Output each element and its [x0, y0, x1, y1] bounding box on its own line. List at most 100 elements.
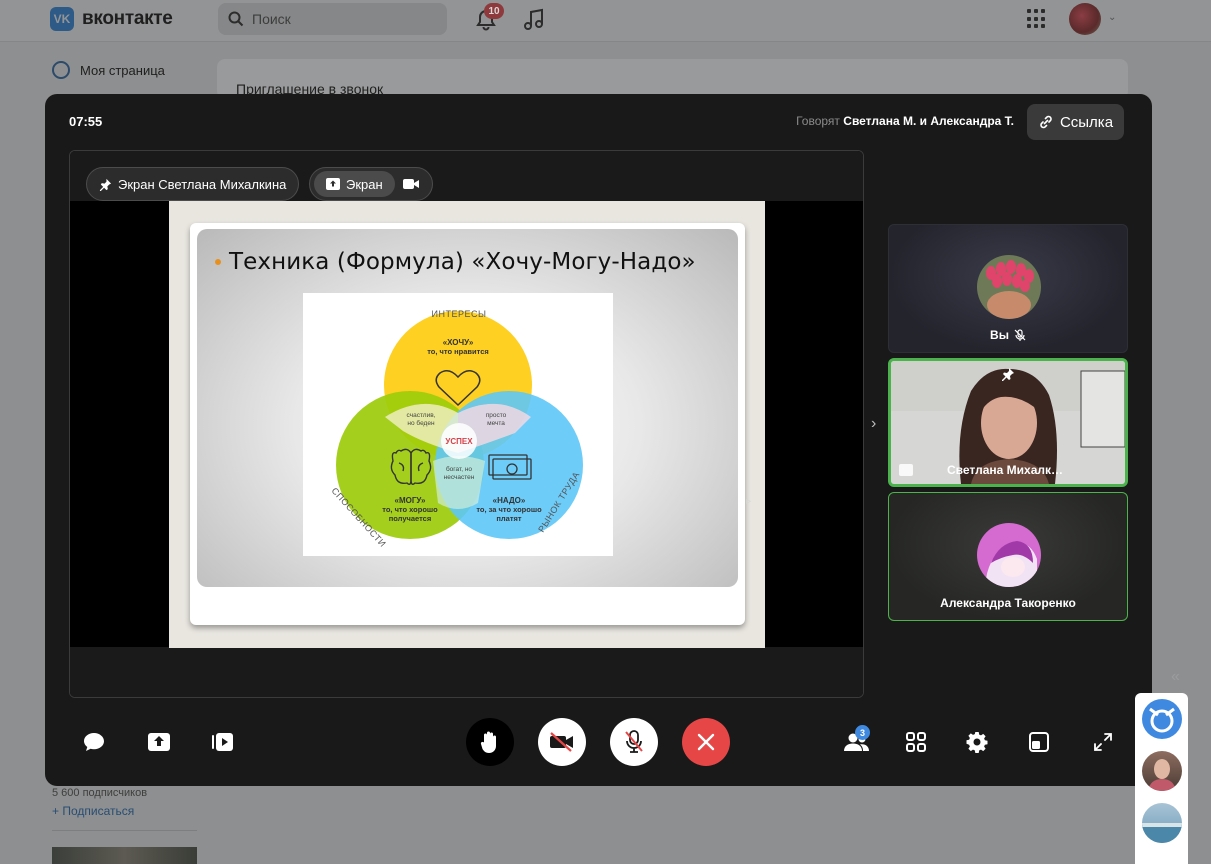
rich-unhappy-2: несчастен — [444, 474, 475, 481]
subscribe-link[interactable]: + Подписаться — [52, 804, 134, 818]
pinned-screen-chip[interactable]: Экран Светлана Михалкина — [86, 167, 300, 201]
microphone-toggle-button[interactable] — [610, 718, 658, 766]
grid-layout-button[interactable] — [904, 718, 928, 766]
grid-icon — [906, 732, 926, 752]
participants-count-badge: 3 — [855, 725, 870, 740]
chevron-right-icon[interactable]: › — [871, 415, 876, 433]
broadcast-button[interactable] — [210, 718, 236, 766]
collapse-panel-icon[interactable]: « — [1171, 668, 1180, 686]
source-screen-label: Экран — [346, 176, 383, 192]
subscribers-count: 5 600 подписчиков — [52, 787, 148, 799]
chat-heads-panel — [1135, 693, 1188, 864]
participant-tile-svetlana[interactable]: Светлана Михалк… — [888, 358, 1128, 487]
bullet-icon — [215, 259, 221, 265]
overlap-can-need — [433, 456, 485, 509]
copy-link-button[interactable]: Ссылка — [1027, 104, 1124, 140]
participant-tile-alexandra[interactable]: Александра Такоренко — [888, 492, 1128, 621]
sidebar-item-my-page[interactable]: Моя страница — [52, 61, 165, 79]
need-sub-1: то, за что хорошо — [476, 505, 542, 514]
shared-screen: Техника (Формула) «Хочу-Могу-Надо» ИНТЕР… — [169, 201, 765, 648]
happy-poor-1: счастлив, — [407, 412, 436, 419]
profile-avatar[interactable] — [1069, 3, 1101, 35]
vk-header: VK вконтакте 10 ⌄ — [0, 0, 1211, 42]
end-call-button[interactable] — [682, 718, 730, 766]
rich-unhappy-1: богат, но — [446, 465, 472, 473]
can-title: «МОГУ» — [395, 496, 427, 505]
participant-name-label: Александра Такоренко — [940, 596, 1076, 610]
participant-name-you: Вы — [889, 328, 1127, 342]
stage-bottom-bar — [70, 647, 863, 697]
side-avatar-3[interactable] — [1142, 803, 1182, 843]
vk-logo-icon: VK — [50, 7, 74, 31]
can-sub-1: то, что хорошо — [382, 505, 438, 514]
screen-share-stage[interactable]: Техника (Формула) «Хочу-Могу-Надо» ИНТЕР… — [69, 150, 864, 698]
camera-off-icon — [550, 732, 573, 752]
settings-button[interactable] — [965, 718, 989, 766]
broadcast-icon — [212, 733, 233, 751]
label-interests: ИНТЕРЕСЫ — [432, 309, 487, 319]
avatar-alexandra — [977, 523, 1041, 587]
vk-logo-text: вконтакте — [82, 8, 173, 29]
close-icon — [697, 733, 715, 751]
speaking-prefix: Говорят — [796, 114, 840, 128]
side-avatar-2[interactable] — [1142, 751, 1182, 791]
mouse-cursor-icon: ▹ — [746, 496, 752, 507]
want-sub: то, что нравится — [427, 347, 489, 356]
hand-icon — [480, 731, 496, 753]
participant-name-label: Светлана Михалк… — [947, 463, 1064, 477]
source-camera-option[interactable] — [402, 178, 419, 190]
mic-off-icon — [625, 730, 643, 753]
slide-title-text: Техника (Формула) «Хочу-Могу-Надо» — [229, 249, 696, 275]
chevron-down-icon[interactable]: ⌄ — [1108, 12, 1116, 23]
call-timer: 07:55 — [69, 114, 103, 129]
post-thumbnail[interactable] — [52, 847, 197, 864]
gear-icon — [966, 732, 988, 753]
pin-icon[interactable] — [1001, 367, 1015, 381]
pinned-label: Экран Светлана Михалкина — [118, 176, 287, 192]
participants-button[interactable]: 3 — [839, 718, 875, 766]
search-box[interactable] — [218, 3, 447, 35]
dream-1: просто — [486, 412, 507, 419]
camera-icon — [402, 179, 419, 189]
search-input[interactable] — [252, 11, 432, 27]
fullscreen-button[interactable] — [1091, 718, 1115, 766]
participant-name-svetlana: Светлана Михалк… — [891, 463, 1125, 477]
participant-name-alexandra: Александра Такоренко — [889, 596, 1127, 610]
divider — [52, 830, 197, 831]
screen-share-icon — [148, 733, 170, 751]
success-label: УСПЕХ — [445, 437, 473, 446]
pip-icon — [1029, 732, 1049, 752]
call-window: 07:55 Говорят Светлана М. и Александра Т… — [45, 94, 1152, 786]
raise-hand-button[interactable] — [466, 718, 514, 766]
avatar-you — [977, 255, 1041, 319]
source-screen-option[interactable]: Экран — [314, 171, 395, 197]
participant-tile-you[interactable]: Вы — [888, 224, 1128, 353]
expand-icon — [1094, 733, 1112, 751]
notifications-badge: 10 — [484, 3, 504, 19]
speaking-names: Светлана М. и Александра Т. — [843, 114, 1014, 128]
search-icon — [228, 11, 244, 27]
chat-button[interactable] — [81, 718, 107, 766]
screen-share-icon — [326, 178, 340, 190]
vk-logo[interactable]: VK вконтакте — [50, 7, 173, 31]
speaking-indicator: Говорят Светлана М. и Александра Т. — [796, 114, 1014, 128]
invite-post: Приглашение в звонок — [217, 59, 1128, 99]
slide-card: Техника (Формула) «Хочу-Могу-Надо» ИНТЕР… — [190, 223, 745, 625]
music-icon[interactable] — [523, 8, 545, 32]
pin-icon — [99, 178, 112, 191]
sidebar-item-label: Моя страница — [80, 62, 165, 78]
share-screen-button[interactable] — [146, 718, 172, 766]
venn-diagram: ИНТЕРЕСЫ СПОСОБНОСТИ РЫНОК ТРУДА «ХОЧУ» … — [303, 293, 613, 556]
picture-in-picture-button[interactable] — [1027, 718, 1051, 766]
apps-grid-icon[interactable] — [1027, 9, 1047, 29]
camera-toggle-button[interactable] — [538, 718, 586, 766]
user-icon — [52, 61, 70, 79]
link-icon — [1040, 115, 1052, 129]
happy-poor-2: но беден — [407, 419, 435, 427]
slide-title: Техника (Формула) «Хочу-Могу-Надо» — [215, 249, 696, 275]
mic-muted-icon — [1014, 329, 1026, 341]
side-avatar-1[interactable] — [1142, 699, 1182, 739]
source-switch[interactable]: Экран — [309, 167, 433, 201]
need-title: «НАДО» — [493, 496, 526, 505]
dream-2: мечта — [487, 420, 505, 427]
